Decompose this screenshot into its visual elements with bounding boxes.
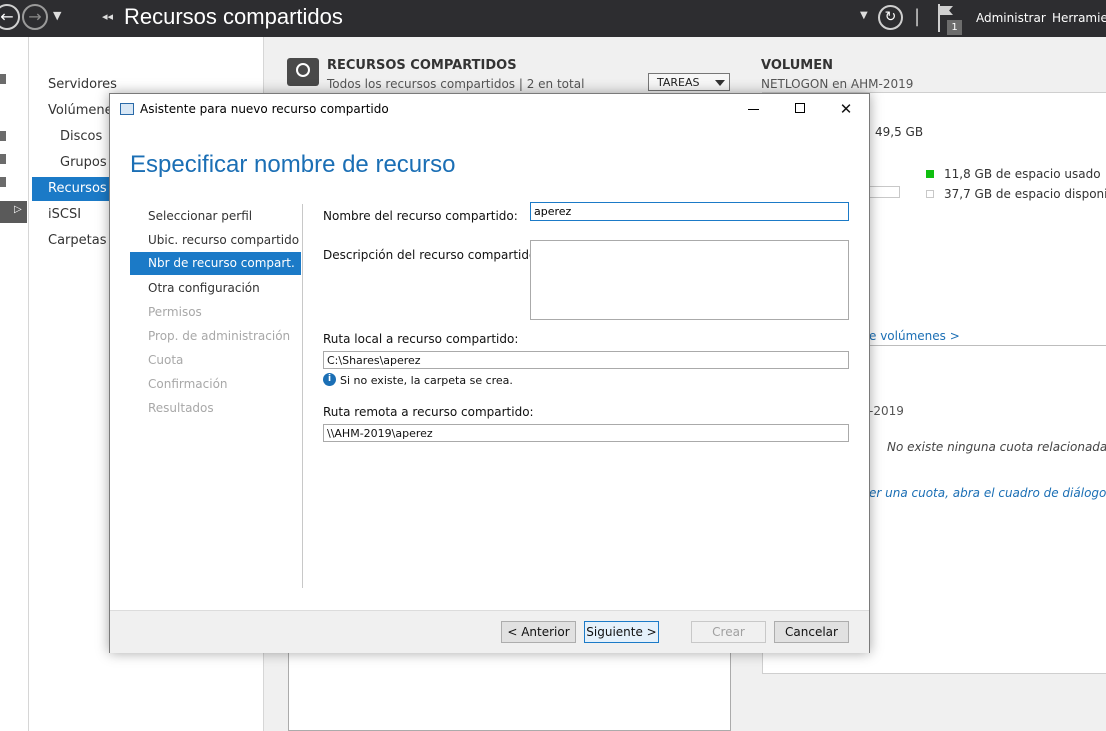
back-button[interactable]: < Anterior xyxy=(501,621,576,643)
capacity-bar xyxy=(869,186,900,198)
local-path-label: Ruta local a recurso compartido: xyxy=(323,332,519,346)
close-icon: ✕ xyxy=(839,100,853,118)
used-space-label: 11,8 GB de espacio usado xyxy=(944,167,1101,181)
volumes-link[interactable]: e volúmenes > xyxy=(869,329,960,343)
step-ubicacion[interactable]: Ubic. recurso compartido xyxy=(148,233,299,247)
volume-section-subtitle: NETLOGON en AHM-2019 xyxy=(761,77,914,91)
back-button[interactable]: ← xyxy=(0,4,20,30)
used-space-legend-icon xyxy=(926,170,934,178)
info-icon: i xyxy=(323,373,336,386)
local-server-icon[interactable] xyxy=(0,131,6,141)
share-description-label: Descripción del recurso compartido: xyxy=(323,248,541,262)
free-space-label: 37,7 GB de espacio disponible xyxy=(944,187,1106,201)
step-otra-configuracion[interactable]: Otra configuración xyxy=(148,281,260,295)
arrow-right-icon: → xyxy=(28,7,42,26)
step-label: Nbr de recurso compart. xyxy=(148,256,295,270)
shares-section-title: RECURSOS COMPARTIDOS xyxy=(327,58,517,73)
arrow-left-icon: ← xyxy=(0,7,14,26)
wizard-heading: Especificar nombre de recurso xyxy=(130,151,456,178)
dialog-title: Asistente para nuevo recurso compartido xyxy=(140,102,389,116)
step-seleccionar-perfil[interactable]: Seleccionar perfil xyxy=(148,209,252,223)
step-prop-administracion: Prop. de administración xyxy=(148,329,291,343)
tasks-dropdown-label: TAREAS xyxy=(657,76,700,89)
share-name-input[interactable] xyxy=(530,202,849,221)
quota-empty-message: No existe ninguna cuota relacionada. xyxy=(887,440,1106,454)
forward-button[interactable]: → xyxy=(22,4,48,30)
nav-item-label: Recursos c xyxy=(48,181,118,196)
next-button[interactable]: Siguiente > xyxy=(584,621,659,643)
local-path-field[interactable] xyxy=(323,351,849,369)
notification-count-badge: 1 xyxy=(947,20,962,35)
refresh-icon[interactable]: ↻ xyxy=(878,5,903,30)
maximize-button[interactable] xyxy=(777,94,823,124)
menu-administrar[interactable]: Administrar xyxy=(976,11,1046,25)
new-share-wizard-dialog: Asistente para nuevo recurso compartido … xyxy=(109,93,870,653)
quota-hint-link[interactable]: er una cuota, abra el cuadro de diálogo … xyxy=(869,486,1106,500)
history-dropdown-icon[interactable]: ▼ xyxy=(53,9,61,22)
nav-item-iscsi[interactable]: iSCSI xyxy=(48,207,81,222)
minimize-icon xyxy=(748,109,759,110)
page-title: Recursos compartidos xyxy=(124,4,343,29)
remote-path-label: Ruta remota a recurso compartido: xyxy=(323,405,534,419)
step-resultados: Resultados xyxy=(148,401,214,415)
file-services-icon[interactable] xyxy=(0,177,6,187)
shares-section-icon xyxy=(287,58,319,86)
divider xyxy=(302,204,303,588)
breadcrumb-chevrons-icon: ◂◂ xyxy=(102,10,114,23)
close-button[interactable]: ✕ xyxy=(823,94,869,124)
share-description-input[interactable] xyxy=(530,240,849,320)
nav-item-volumenes[interactable]: Volúmene xyxy=(48,103,113,118)
breadcrumb-dropdown-icon[interactable]: ▼ xyxy=(860,10,868,21)
cancel-button[interactable]: Cancelar xyxy=(774,621,849,643)
volume-section-title: VOLUMEN xyxy=(761,58,833,73)
menu-herramientas[interactable]: Herramien xyxy=(1052,11,1106,25)
maximize-icon xyxy=(795,103,805,113)
chevron-down-icon xyxy=(715,80,725,86)
shares-section-subtitle: Todos los recursos compartidos | 2 en to… xyxy=(327,77,585,91)
title-bar: ← → ▼ ◂◂ Recursos compartidos ▼ ↻ | 1 Ad… xyxy=(0,0,1106,37)
create-button: Crear xyxy=(691,621,766,643)
step-cuota: Cuota xyxy=(148,353,184,367)
quota-section-title: -2019 xyxy=(869,404,904,418)
step-confirmacion: Confirmación xyxy=(148,377,228,391)
storage-services-icon[interactable]: ▷ xyxy=(0,201,27,223)
server-manager-icon-strip: ▷ xyxy=(0,37,29,731)
minimize-button[interactable] xyxy=(731,94,777,124)
dashboard-icon[interactable] xyxy=(0,74,6,84)
volume-capacity: 49,5 GB xyxy=(875,125,924,139)
nav-item-grupos[interactable]: Grupos xyxy=(60,155,107,170)
wizard-icon xyxy=(120,103,134,115)
step-permisos: Permisos xyxy=(148,305,202,319)
all-servers-icon[interactable] xyxy=(0,154,6,164)
tasks-dropdown[interactable]: TAREAS xyxy=(648,73,730,91)
divider: | xyxy=(914,6,921,27)
share-name-label: Nombre del recurso compartido: xyxy=(323,209,518,223)
remote-path-field[interactable] xyxy=(323,424,849,442)
shares-list[interactable] xyxy=(288,648,731,731)
nav-item-servidores[interactable]: Servidores xyxy=(48,77,117,92)
wizard-footer: < Anterior Siguiente > Crear Cancelar xyxy=(110,610,869,653)
notifications-flag-icon[interactable]: 1 xyxy=(936,4,962,35)
local-path-info: Si no existe, la carpeta se crea. xyxy=(340,374,513,387)
expand-chevron-icon: ▷ xyxy=(14,204,22,215)
divider xyxy=(869,345,1106,346)
step-nombre-recurso[interactable]: Nbr de recurso compart. xyxy=(130,252,301,275)
nav-item-discos[interactable]: Discos xyxy=(60,129,102,144)
free-space-legend-icon xyxy=(926,190,934,198)
